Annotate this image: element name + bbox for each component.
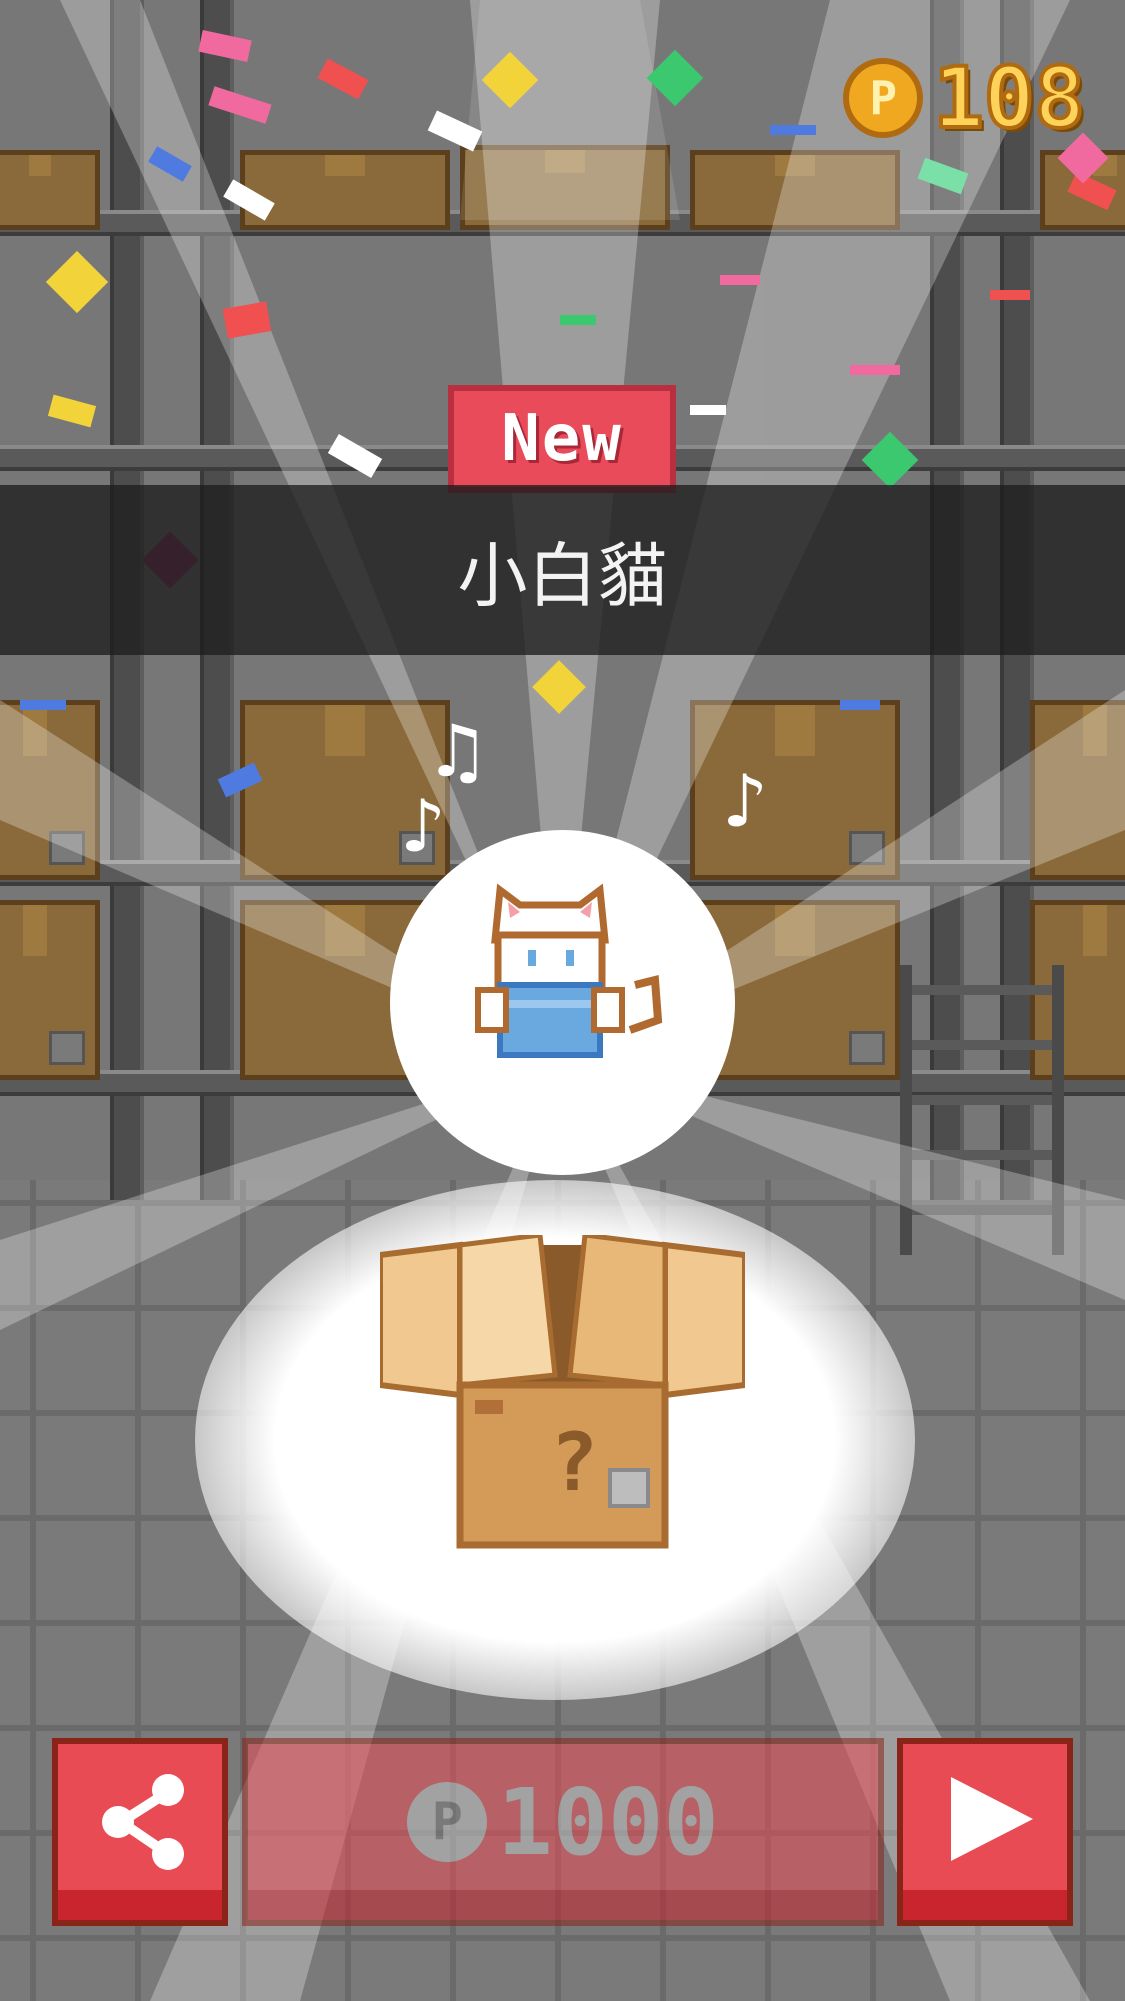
- cat-name: 小白貓: [457, 534, 668, 617]
- music-note-icon: ♪: [400, 784, 446, 868]
- play-button[interactable]: [897, 1738, 1073, 1926]
- buy-price: 1000: [497, 1768, 719, 1876]
- music-note-icon: ♪: [722, 759, 768, 843]
- new-badge: New: [448, 385, 676, 493]
- share-button[interactable]: [52, 1738, 228, 1926]
- white-cat-sprite: [475, 883, 663, 1058]
- open-box-sprite: ?: [380, 1235, 745, 1549]
- coin-counter: P 108: [843, 48, 1087, 148]
- ladder: [900, 965, 1064, 1255]
- coin-icon: P: [843, 58, 924, 138]
- coin-icon: P: [407, 1782, 488, 1862]
- play-icon: [951, 1777, 1033, 1861]
- coin-count: 108: [931, 49, 1087, 147]
- buy-button[interactable]: P 1000: [242, 1738, 884, 1926]
- svg-text:?: ?: [550, 1416, 598, 1509]
- music-note-icon: ♫: [425, 709, 490, 793]
- new-badge-label: New: [501, 402, 623, 476]
- cat-name-banner: 小白貓: [0, 485, 1125, 655]
- game-screen: P 108 New 小白貓 ♫ ♪ ♪ ? P 1000: [0, 0, 1125, 2001]
- share-icon: [102, 1774, 184, 1870]
